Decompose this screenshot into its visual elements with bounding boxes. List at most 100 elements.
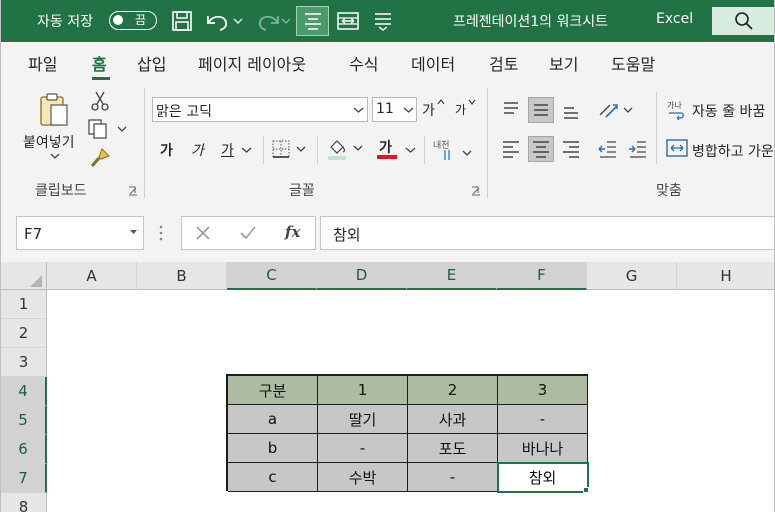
dialog-launcher-icon[interactable] [471, 186, 481, 196]
insert-function-button[interactable]: fx [285, 223, 300, 241]
align-center-button[interactable] [528, 136, 554, 162]
row-header-3[interactable]: 3 [1, 348, 47, 377]
table-cell[interactable]: a [228, 405, 318, 434]
bold-button[interactable]: 가 [160, 140, 173, 160]
paste-label[interactable]: 붙여넣기 [23, 132, 75, 152]
col-header-e[interactable]: E [407, 262, 497, 290]
tab-file[interactable]: 파일 [28, 51, 57, 75]
font-size-combo[interactable]: 11 [372, 97, 417, 122]
splitter-handle-icon[interactable] [158, 224, 164, 242]
tab-data[interactable]: 데이터 [411, 51, 455, 75]
cut-button[interactable] [87, 89, 113, 113]
fill-color-icon[interactable] [326, 137, 366, 161]
align-right-button[interactable] [558, 136, 584, 162]
col-header-b[interactable]: B [137, 262, 227, 290]
cancel-icon[interactable] [195, 225, 211, 241]
font-name-combo[interactable]: 맑은 고딕 [152, 97, 368, 122]
orientation-button[interactable] [595, 97, 635, 123]
tab-help[interactable]: 도움말 [611, 51, 655, 75]
enter-check-icon[interactable] [239, 225, 257, 241]
app-name: Excel [656, 11, 694, 27]
autosave-toggle[interactable]: 끔 [109, 11, 157, 30]
dialog-launcher-icon[interactable] [128, 186, 138, 196]
row-header-1[interactable]: 1 [1, 290, 47, 319]
chevron-down-icon[interactable] [129, 229, 138, 236]
font-color-button[interactable]: 가 [379, 137, 392, 157]
align-top-button[interactable] [498, 97, 524, 123]
align-middle-icon [534, 104, 548, 116]
row-header-4[interactable]: 4 [1, 377, 47, 406]
italic-button[interactable]: 가 [191, 140, 204, 160]
redo-button[interactable] [251, 6, 293, 36]
autosave-state: 끔 [135, 13, 147, 27]
copy-button[interactable] [85, 117, 129, 141]
qat-center-align-button[interactable] [296, 6, 329, 36]
chevron-down-icon[interactable] [353, 106, 364, 114]
undo-button[interactable] [203, 6, 245, 36]
table-cell[interactable]: - [408, 463, 498, 492]
col-header-g[interactable]: G [587, 262, 677, 290]
align-left-button[interactable] [498, 136, 524, 162]
table-cell[interactable]: c [228, 463, 318, 492]
table-cell[interactable]: 바나나 [498, 434, 588, 463]
col-header-d[interactable]: D [317, 262, 407, 290]
qat-more-button[interactable] [370, 6, 398, 36]
align-bottom-button[interactable] [558, 97, 584, 123]
table-cell[interactable]: 구분 [228, 376, 318, 405]
increase-indent-button[interactable] [625, 136, 651, 162]
col-header-f[interactable]: F [497, 262, 587, 290]
row-header-7[interactable]: 7 [1, 464, 47, 493]
formula-input[interactable]: 참외 [320, 216, 774, 250]
col-header-h[interactable]: H [677, 262, 774, 290]
align-center-icon [533, 141, 549, 158]
table-cell[interactable]: b [228, 434, 318, 463]
tab-insert[interactable]: 삽입 [137, 51, 166, 75]
table-cell[interactable]: - [498, 405, 588, 434]
merge-center-button[interactable]: 병합하고 가운 [692, 141, 774, 161]
merge-center-icon[interactable] [665, 136, 689, 160]
row-header-2[interactable]: 2 [1, 319, 47, 348]
wrap-text-button[interactable]: 자동 줄 바꿈 [692, 101, 765, 121]
underline-button[interactable]: 가 [221, 140, 234, 160]
table-cell[interactable]: - [318, 434, 408, 463]
table-cell[interactable]: 3 [498, 376, 588, 405]
wrap-text-icon[interactable]: 가나 [665, 97, 689, 121]
ribbon-tabs [1, 42, 774, 84]
qat-merge-button[interactable] [332, 6, 364, 36]
tab-home[interactable]: 홈 [92, 51, 107, 75]
col-header-c[interactable]: C [227, 262, 317, 290]
active-cell-f7[interactable]: 참외 [497, 462, 589, 493]
table-cell[interactable]: 1 [318, 376, 408, 405]
name-box[interactable]: F7 [16, 216, 144, 250]
save-button[interactable] [167, 6, 197, 36]
tab-review[interactable]: 검토 [489, 51, 518, 75]
fill-handle[interactable] [583, 487, 589, 493]
search-button[interactable] [712, 7, 774, 35]
borders-icon[interactable] [271, 139, 309, 159]
select-all-button[interactable] [1, 262, 47, 290]
col-header-a[interactable]: A [47, 262, 137, 290]
align-middle-button[interactable] [528, 97, 554, 123]
format-painter-button[interactable] [87, 146, 113, 170]
chevron-down-icon[interactable] [405, 146, 416, 154]
tab-page-layout[interactable]: 페이지 레이아웃 [198, 51, 306, 75]
table-cell[interactable]: 포도 [408, 434, 498, 463]
row-header-8[interactable]: 8 [1, 493, 47, 512]
row-header-6[interactable]: 6 [1, 435, 47, 464]
row-header-5[interactable]: 5 [1, 406, 47, 435]
increase-font-button[interactable]: 가 [422, 100, 435, 120]
chevron-down-icon[interactable] [241, 146, 252, 154]
table-cell[interactable]: 딸기 [318, 405, 408, 434]
tab-view[interactable]: 보기 [549, 51, 578, 75]
table-cell[interactable]: 사과 [408, 405, 498, 434]
caret-down-icon [468, 99, 476, 105]
chevron-down-icon[interactable] [403, 106, 414, 114]
table-cell[interactable]: 수박 [318, 463, 408, 492]
chevron-down-icon[interactable] [49, 152, 61, 160]
data-table: 구분 1 2 3 a 딸기 사과 - b - 포도 바나나 c 수박 - 참외 [226, 374, 589, 493]
paste-button[interactable] [31, 90, 77, 130]
decrease-font-button[interactable]: 가 [455, 101, 466, 118]
tab-formulas[interactable]: 수식 [349, 51, 378, 75]
decrease-indent-button[interactable] [595, 136, 621, 162]
table-cell[interactable]: 2 [408, 376, 498, 405]
